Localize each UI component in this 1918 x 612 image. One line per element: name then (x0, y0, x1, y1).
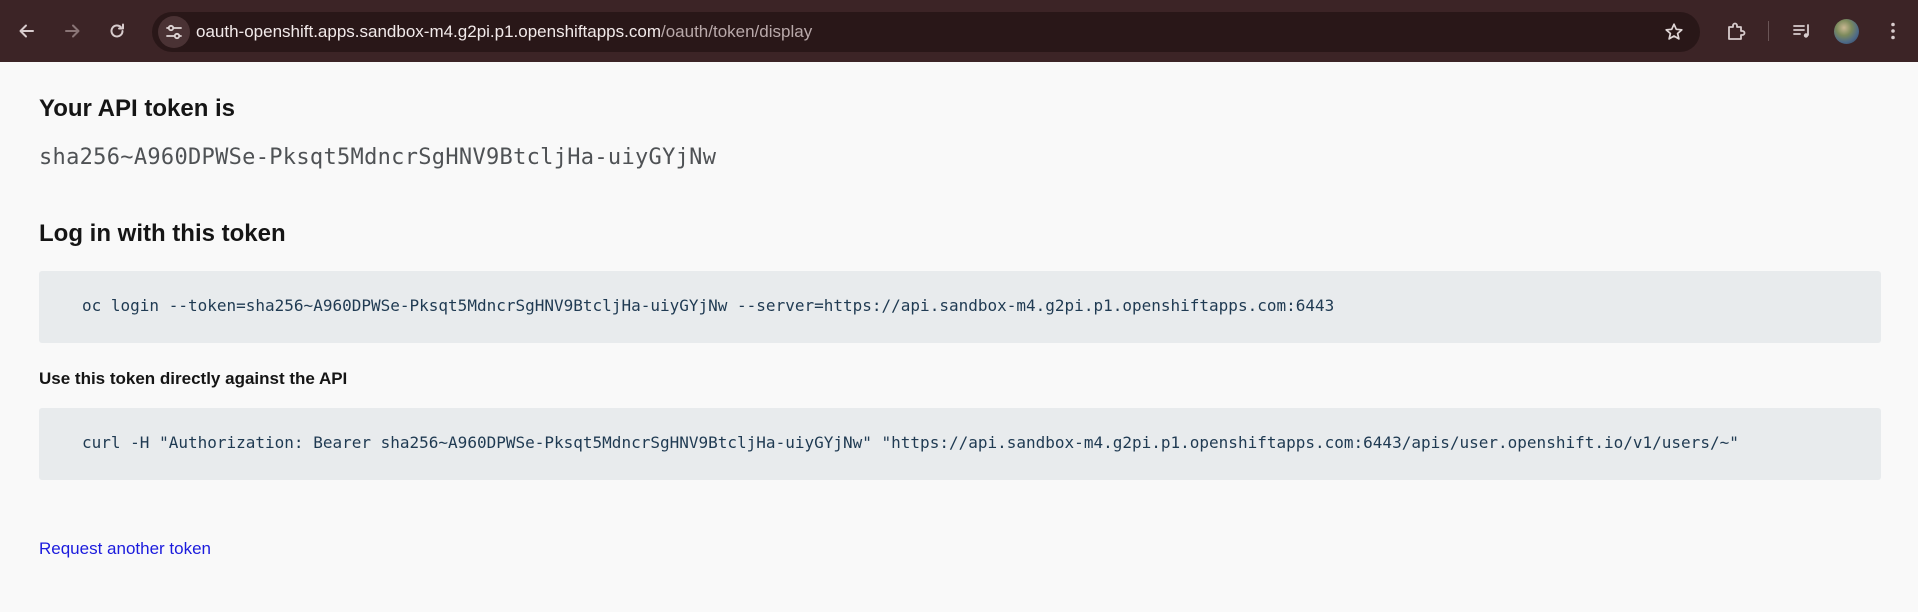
login-command-box: oc login --token=sha256~A960DPWSe-Pksqt5… (39, 271, 1881, 343)
login-heading: Log in with this token (39, 220, 286, 247)
back-button[interactable] (11, 15, 43, 47)
url-host: oauth-openshift.apps.sandbox-m4.g2pi.p1.… (196, 22, 661, 41)
reload-icon (110, 23, 124, 38)
curl-command-box: curl -H "Authorization: Bearer sha256~A9… (39, 408, 1881, 480)
bookmark-button[interactable] (1662, 20, 1686, 44)
kebab-menu-icon (1891, 22, 1895, 40)
forward-arrow-icon (65, 24, 80, 38)
login-command: oc login --token=sha256~A960DPWSe-Pksqt5… (82, 296, 1335, 315)
api-token-value: sha256~A960DPWSe-Pksqt5MdncrSgHNV9BtcljH… (39, 145, 717, 170)
address-bar[interactable]: oauth-openshift.apps.sandbox-m4.g2pi.p1.… (152, 12, 1700, 52)
request-another-token-link[interactable]: Request another token (39, 539, 211, 559)
back-arrow-icon (19, 24, 34, 38)
curl-command: curl -H "Authorization: Bearer sha256~A9… (82, 433, 1739, 452)
tune-icon (166, 24, 182, 40)
api-heading: Use this token directly against the API (39, 369, 348, 388)
media-queue-icon (1793, 24, 1809, 38)
media-controls-button[interactable] (1786, 15, 1818, 47)
star-icon (1665, 23, 1683, 40)
forward-button[interactable] (56, 15, 88, 47)
puzzle-icon (1728, 22, 1746, 40)
page-content: Your API token is sha256~A960DPWSe-Pksqt… (0, 62, 1918, 612)
url-path: /oauth/token/display (660, 22, 813, 41)
browser-toolbar: oauth-openshift.apps.sandbox-m4.g2pi.p1.… (0, 0, 1918, 62)
toolbar-separator (1768, 21, 1769, 41)
reload-button[interactable] (101, 15, 133, 47)
browser-menu-button[interactable] (1877, 15, 1909, 47)
token-heading: Your API token is (39, 95, 236, 122)
extensions-button[interactable] (1720, 15, 1752, 47)
url-text[interactable]: oauth-openshift.apps.sandbox-m4.g2pi.p1.… (196, 22, 812, 42)
site-info-button[interactable] (158, 16, 190, 48)
avatar[interactable] (1834, 19, 1859, 44)
